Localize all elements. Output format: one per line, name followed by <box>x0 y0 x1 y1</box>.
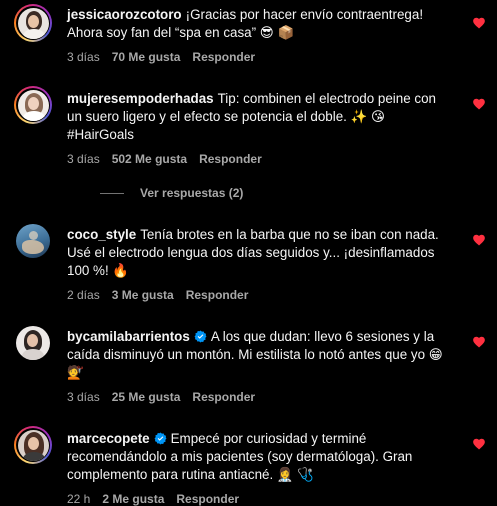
avatar <box>17 7 49 39</box>
verified-badge-icon <box>194 330 207 343</box>
comment-username[interactable]: mujeresempoderhadas <box>67 91 214 106</box>
heart-icon[interactable] <box>472 16 486 30</box>
comment-username[interactable]: marcecopete <box>67 431 150 446</box>
avatar <box>16 326 50 360</box>
comment-likes[interactable]: 502 Me gusta <box>112 152 187 166</box>
view-replies-button[interactable]: Ver respuestas (2) <box>100 186 243 200</box>
comment-time[interactable]: 2 días <box>67 288 100 302</box>
heart-icon[interactable] <box>472 437 486 451</box>
comment-time[interactable]: 3 días <box>67 152 100 166</box>
verified-badge-icon <box>154 432 167 445</box>
avatar-link[interactable] <box>14 324 52 362</box>
avatar-story-ring[interactable] <box>14 86 52 124</box>
avatar <box>17 89 49 121</box>
comment-time[interactable]: 3 días <box>67 50 100 64</box>
reply-button[interactable]: Responder <box>192 390 255 404</box>
reply-button[interactable]: Responder <box>186 288 249 302</box>
comment-username[interactable]: coco_style <box>67 227 136 242</box>
avatar <box>17 429 49 461</box>
avatar-story-ring[interactable] <box>14 4 52 42</box>
avatar-story-ring[interactable] <box>14 426 52 464</box>
reply-button[interactable]: Responder <box>199 152 262 166</box>
heart-icon[interactable] <box>472 233 486 247</box>
reply-button[interactable]: Responder <box>176 492 239 506</box>
reply-button[interactable]: Responder <box>192 50 255 64</box>
comment-likes[interactable]: 70 Me gusta <box>112 50 181 64</box>
avatar-link[interactable] <box>14 222 52 260</box>
heart-icon[interactable] <box>472 335 486 349</box>
comment-likes[interactable]: 2 Me gusta <box>102 492 164 506</box>
comment-username[interactable]: jessicaorozcotoro <box>67 7 182 22</box>
comment-username[interactable]: bycamilabarrientos <box>67 329 190 344</box>
view-replies-label: Ver respuestas (2) <box>140 186 244 200</box>
comment-time[interactable]: 22 h <box>67 492 90 506</box>
comment-likes[interactable]: 25 Me gusta <box>112 390 181 404</box>
comment-likes[interactable]: 3 Me gusta <box>112 288 174 302</box>
view-replies-divider <box>100 192 124 194</box>
avatar <box>16 224 50 258</box>
comment-time[interactable]: 3 días <box>67 390 100 404</box>
heart-icon[interactable] <box>472 97 486 111</box>
